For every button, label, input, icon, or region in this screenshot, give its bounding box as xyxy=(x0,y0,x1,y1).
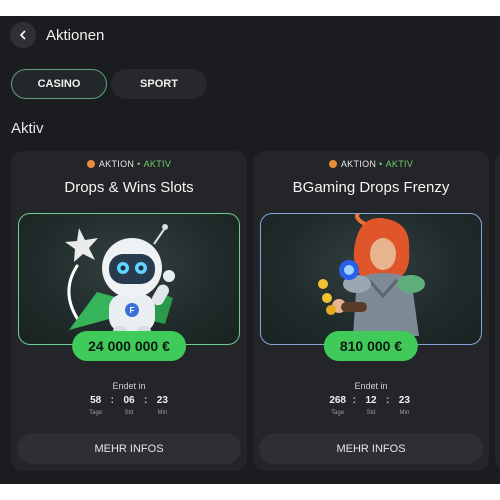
promo-meta: AKTION • AKTIV xyxy=(253,159,489,169)
timer-days-label: Tage xyxy=(89,410,103,416)
red-haired-wizard-illustration xyxy=(318,214,425,336)
coin-icon xyxy=(86,160,95,168)
timer-hours-label: Std xyxy=(366,410,376,416)
promo-tag: AKTION xyxy=(340,159,377,169)
promo-card-partial[interactable] xyxy=(495,151,500,471)
promo-meta: AKTION • AKTIV xyxy=(11,159,247,169)
ends-label: Endet in xyxy=(354,381,388,391)
chevron-left-icon xyxy=(20,30,26,40)
promo-tag: AKTION xyxy=(98,159,135,169)
countdown-timer: 268 Tage : 12 Std : 23 Min xyxy=(253,395,489,416)
prize-amount: 810 000 € xyxy=(323,331,419,361)
promo-card: AKTION • AKTIV Drops & Wins Slots F 24 0… xyxy=(11,151,247,471)
category-tabs: CASINO SPORT xyxy=(11,69,207,99)
timer-separator: : xyxy=(144,395,148,406)
timer-hours: 06 xyxy=(123,395,135,406)
back-button[interactable] xyxy=(10,22,36,48)
section-title: Aktiv xyxy=(11,120,44,137)
timer-minutes-label: Min xyxy=(157,410,168,416)
promo-image[interactable] xyxy=(260,213,482,345)
status-badge: AKTIV xyxy=(143,159,172,169)
page-title: Aktionen xyxy=(46,26,105,44)
meta-separator: • xyxy=(379,159,383,169)
timer-hours-label: Std xyxy=(124,410,134,416)
timer-separator: : xyxy=(352,395,356,406)
coin-icon xyxy=(328,160,337,168)
svg-text:F: F xyxy=(130,306,135,315)
timer-minutes-label: Min xyxy=(399,410,410,416)
promotions-screen: Aktionen CASINO SPORT Aktiv AKTION • AKTIV… xyxy=(0,16,500,484)
timer-hours: 12 xyxy=(365,395,377,406)
header: Aktionen xyxy=(10,21,104,49)
astronaut-mascot-illustration: F xyxy=(65,224,175,342)
promo-image[interactable]: F xyxy=(18,213,240,345)
promo-title: Drops & Wins Slots xyxy=(64,179,194,196)
tab-casino[interactable]: CASINO xyxy=(11,69,107,99)
promo-title: BGaming Drops Frenzy xyxy=(292,179,450,196)
status-badge: AKTIV xyxy=(385,159,414,169)
countdown-timer: 58 Tage : 06 Std : 23 Min xyxy=(11,395,247,416)
prize-amount: 24 000 000 € xyxy=(72,331,186,361)
tab-sport[interactable]: SPORT xyxy=(111,69,207,99)
timer-separator: : xyxy=(110,395,114,406)
ends-label: Endet in xyxy=(112,381,146,391)
timer-minutes: 23 xyxy=(398,395,410,406)
timer-days: 268 xyxy=(329,395,346,406)
timer-days: 58 xyxy=(90,395,102,406)
meta-separator: • xyxy=(137,159,141,169)
timer-separator: : xyxy=(386,395,390,406)
promo-card: AKTION • AKTIV BGaming Drops Frenzy 810 … xyxy=(253,151,489,471)
more-info-button[interactable]: MEHR INFOS xyxy=(259,433,483,464)
timer-minutes: 23 xyxy=(156,395,168,406)
timer-days-label: Tage xyxy=(331,410,345,416)
more-info-button[interactable]: MEHR INFOS xyxy=(17,433,241,464)
